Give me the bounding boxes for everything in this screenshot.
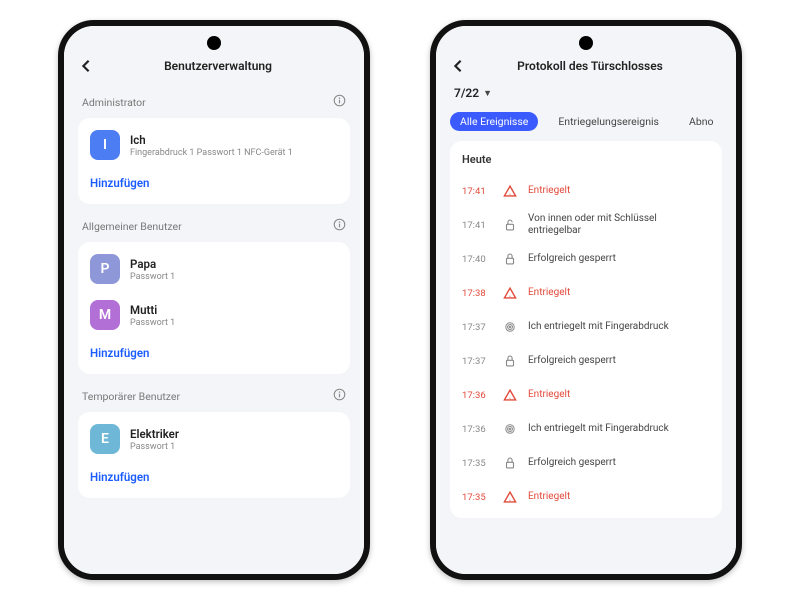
user-name: Elektriker [130,427,179,441]
log-text: Entriegelt [528,287,570,299]
general-card: P Papa Passwort 1 M Mutti Passwort 1 Hin… [78,242,350,374]
user-info: Papa Passwort 1 [130,257,175,282]
section-label-temp: Temporärer Benutzer [64,376,364,410]
log-day-label: Heute [462,151,710,174]
warn-icon [502,490,518,504]
filter-chips: Alle Ereignisse Entriegelungsereignis Ab… [436,108,736,141]
log-row[interactable]: 17:37 Erfolgreich gesperrt [462,344,710,378]
log-row[interactable]: 17:38 Entriegelt [462,276,710,310]
phone-lock-protocol: Protokoll des Türschlosses 7/22 ▼ Alle E… [430,20,742,580]
avatar: I [90,130,120,160]
user-info: Mutti Passwort 1 [130,303,175,328]
log-time: 17:41 [462,220,492,231]
user-sub: Fingerabdruck 1 Passwort 1 NFC-Gerät 1 [130,148,293,158]
add-user-button[interactable]: Hinzufügen [78,168,350,200]
info-icon[interactable] [333,388,346,404]
user-row[interactable]: M Mutti Passwort 1 [78,292,350,338]
user-sub: Passwort 1 [130,272,175,282]
admin-card: I Ich Fingerabdruck 1 Passwort 1 NFC-Ger… [78,118,350,204]
app-header: Protokoll des Türschlosses [436,54,736,82]
lock-icon [502,354,518,368]
user-row[interactable]: P Papa Passwort 1 [78,246,350,292]
stage: Benutzerverwaltung Administrator I Ich F… [0,0,800,600]
section-label-general: Allgemeiner Benutzer [64,206,364,240]
log-time: 17:40 [462,254,492,265]
phone-user-management: Benutzerverwaltung Administrator I Ich F… [58,20,370,580]
chevron-down-icon: ▼ [483,88,492,99]
page-title: Protokoll des Türschlosses [458,59,722,73]
user-sub: Passwort 1 [130,442,179,452]
log-time: 17:35 [462,492,492,503]
log-rows: 17:41 Entriegelt17:41 Von innen oder mit… [462,174,710,514]
info-icon[interactable] [333,218,346,234]
log-time: 17:37 [462,322,492,333]
unlock-icon [502,218,518,232]
log-text: Ich entriegelt mit Fingerabdruck [528,321,669,333]
log-text: Erfolgreich gesperrt [528,355,616,367]
temp-card: E Elektriker Passwort 1 Hinzufügen [78,412,350,498]
log-row[interactable]: 17:41 Von innen oder mit Schlüssel entri… [462,208,710,242]
app-header: Benutzerverwaltung [64,54,364,82]
log-time: 17:37 [462,356,492,367]
avatar: P [90,254,120,284]
log-time: 17:36 [462,424,492,435]
date-picker[interactable]: 7/22 ▼ [436,82,736,108]
log-time: 17:38 [462,288,492,299]
log-text: Erfolgreich gesperrt [528,253,616,265]
add-user-button[interactable]: Hinzufügen [78,462,350,494]
screen: Protokoll des Türschlosses 7/22 ▼ Alle E… [436,26,736,574]
user-info: Elektriker Passwort 1 [130,427,179,452]
screen: Benutzerverwaltung Administrator I Ich F… [64,26,364,574]
log-text: Erfolgreich gesperrt [528,457,616,469]
log-time: 17:35 [462,458,492,469]
info-icon[interactable] [333,94,346,110]
section-label-text: Administrator [82,96,146,109]
user-sub: Passwort 1 [130,318,175,328]
finger-icon [502,422,518,436]
user-info: Ich Fingerabdruck 1 Passwort 1 NFC-Gerät… [130,133,293,158]
finger-icon [502,320,518,334]
date-value: 7/22 [454,86,479,100]
page-title: Benutzerverwaltung [86,59,350,73]
warn-icon [502,184,518,198]
log-row[interactable]: 17:35 Entriegelt [462,480,710,514]
log-row[interactable]: 17:36 Ich entriegelt mit Fingerabdruck [462,412,710,446]
log-row[interactable]: 17:37 Ich entriegelt mit Fingerabdruck [462,310,710,344]
log-text: Ich entriegelt mit Fingerabdruck [528,423,669,435]
avatar: E [90,424,120,454]
chip-unlock-events[interactable]: Entriegelungsereignis [548,112,669,131]
log-row[interactable]: 17:35 Erfolgreich gesperrt [462,446,710,480]
user-name: Ich [130,133,293,147]
log-text: Von innen oder mit Schlüssel entriegelba… [528,213,710,237]
log-text: Entriegelt [528,185,570,197]
log-row[interactable]: 17:36 Entriegelt [462,378,710,412]
log-time: 17:36 [462,390,492,401]
user-row[interactable]: I Ich Fingerabdruck 1 Passwort 1 NFC-Ger… [78,122,350,168]
avatar: M [90,300,120,330]
user-row[interactable]: E Elektriker Passwort 1 [78,416,350,462]
log-time: 17:41 [462,186,492,197]
log-text: Entriegelt [528,491,570,503]
log-row[interactable]: 17:41 Entriegelt [462,174,710,208]
chip-all-events[interactable]: Alle Ereignisse [450,112,538,131]
camera-notch [207,36,221,50]
chip-abnormal[interactable]: Abno [679,112,724,131]
lock-icon [502,456,518,470]
add-user-button[interactable]: Hinzufügen [78,338,350,370]
log-text: Entriegelt [528,389,570,401]
log-row[interactable]: 17:40 Erfolgreich gesperrt [462,242,710,276]
section-label-admin: Administrator [64,82,364,116]
section-label-text: Temporärer Benutzer [82,390,180,403]
section-label-text: Allgemeiner Benutzer [82,220,182,233]
log-card: Heute 17:41 Entriegelt17:41 Von innen od… [450,141,722,518]
user-name: Mutti [130,303,175,317]
warn-icon [502,388,518,402]
camera-notch [579,36,593,50]
user-name: Papa [130,257,175,271]
lock-icon [502,252,518,266]
warn-icon [502,286,518,300]
